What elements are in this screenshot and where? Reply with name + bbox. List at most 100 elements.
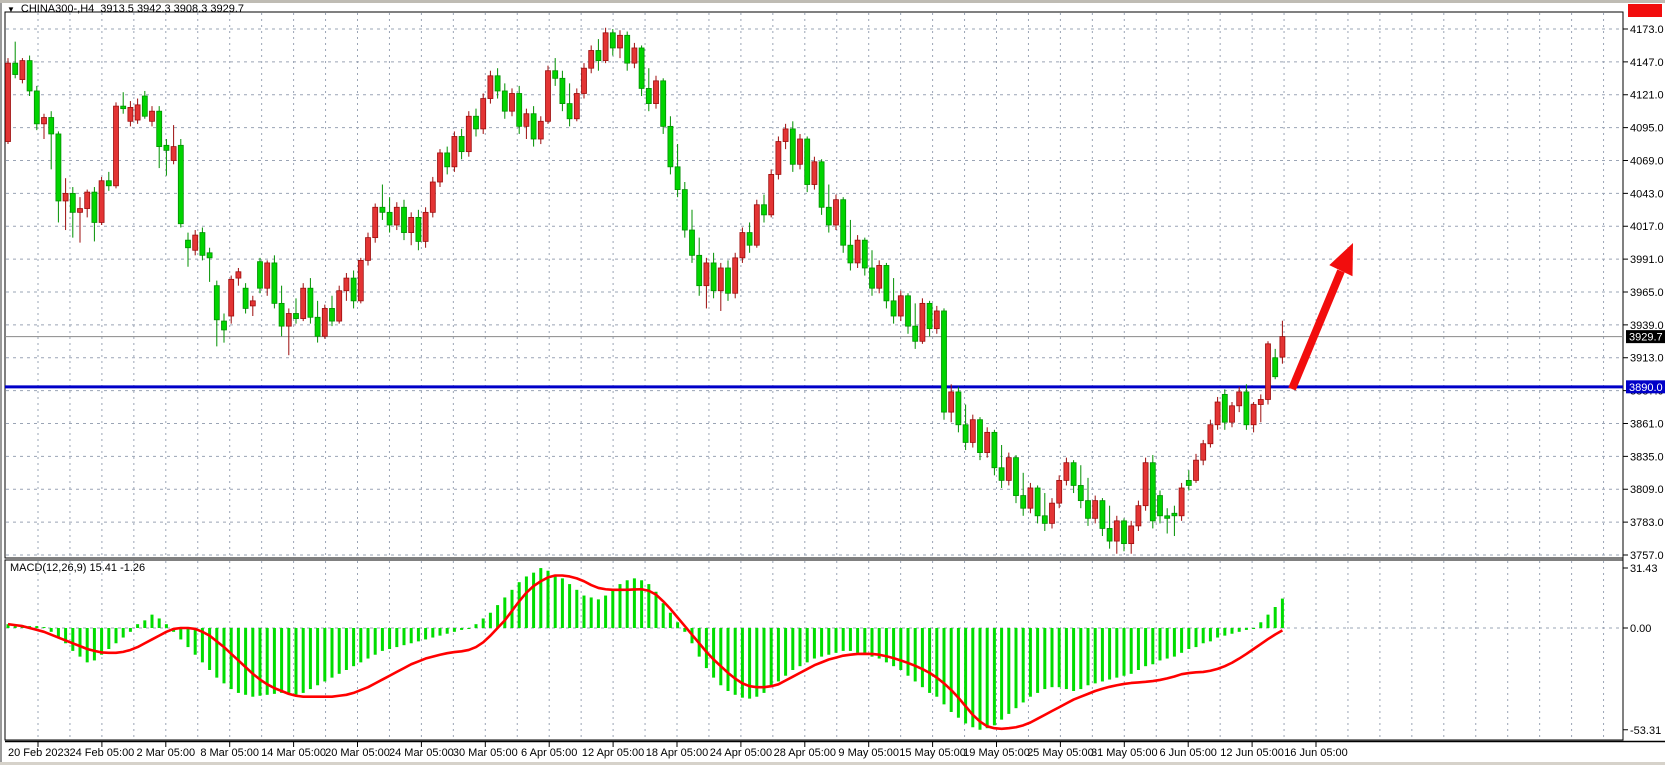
chevron-down-icon[interactable]: ▼ [7,4,15,15]
macd-histogram-bar [475,624,478,628]
macd-histogram-bar [827,628,830,655]
macd-histogram-bar [770,628,773,687]
macd-histogram-bar [86,628,89,662]
candle-body [409,217,414,232]
macd-histogram-bar [799,628,802,666]
price-axis-label: 4095.0 [1630,123,1664,135]
macd-histogram-bar [669,613,672,628]
macd-histogram-bar [1079,628,1082,689]
macd-histogram-bar [93,628,96,660]
candle-body [236,272,241,278]
window-left-edge [0,3,2,765]
macd-histogram-bar [50,628,53,632]
candle-body [884,265,889,300]
candle-body [121,106,126,109]
macd-histogram-bar [143,620,146,628]
macd-histogram-bar [928,628,931,693]
candle-body [49,118,54,134]
macd-histogram-bar [1187,628,1190,649]
trading-chart-window: 4173.04147.04121.04095.04069.04043.04017… [0,0,1665,765]
candle-body [1100,501,1105,529]
macd-histogram-bar [1123,628,1126,676]
macd-histogram-bar [115,628,118,643]
macd-histogram-bar [1202,628,1205,643]
candle-body [618,35,623,48]
candle-body [178,145,183,223]
time-axis-label: 24 Mar 05:00 [389,747,454,759]
macd-histogram-bar [907,628,910,676]
macd-histogram-bar [1216,628,1219,638]
macd-histogram-bar [431,628,434,638]
candle-body [790,129,795,164]
macd-histogram-bar [71,628,74,651]
macd-histogram-bar [1173,628,1176,657]
macd-histogram-bar [856,628,859,653]
candle-body [330,308,335,321]
candle-body [826,207,831,225]
candle-body [380,207,385,212]
candle-body [913,326,918,341]
macd-histogram-bar [503,597,506,628]
macd-histogram-bar [1252,628,1255,629]
candle-body [474,116,479,129]
macd-histogram-bar [1094,628,1097,683]
candle-body [1158,496,1163,516]
trend-arrow-shaft[interactable] [1292,271,1341,389]
chart-canvas[interactable]: 4173.04147.04121.04095.04069.04043.04017… [0,0,1665,765]
candle-body [1042,516,1047,524]
candle-body [6,63,11,141]
macd-histogram-bar [496,605,499,628]
macd-histogram-bar [568,584,571,628]
candle-body [402,207,407,232]
macd-histogram-bar [842,628,845,651]
macd-histogram-bar [1015,628,1018,708]
price-axis-label: 3809.0 [1630,484,1664,496]
macd-histogram-bar [784,628,787,676]
red-marker-box [1628,4,1662,17]
macd-histogram-bar [1281,599,1284,628]
macd-histogram-bar [1238,628,1241,632]
candle-body [517,93,522,126]
candle-body [337,291,342,321]
time-axis-label: 19 May 05:00 [963,747,1030,759]
time-axis-label: 15 May 05:00 [899,747,966,759]
candle-body [1258,399,1263,404]
candle-body [1078,485,1083,500]
macd-histogram-bar [590,597,593,628]
candle-body [704,263,709,286]
macd-histogram-bar [230,628,233,689]
time-axis-label: 6 Apr 05:00 [521,747,577,759]
macd-histogram-bar [1072,628,1075,691]
candle-body [589,50,594,68]
time-axis-label: 20 Feb 2023 [8,747,70,759]
time-axis-label: 24 Feb 05:00 [69,747,134,759]
macd-histogram-bar [583,596,586,628]
candle-body [1035,488,1040,516]
price-axis-label: 3913.0 [1630,353,1664,365]
candle-body [502,91,507,111]
macd-histogram-bar [763,628,766,693]
macd-histogram-bar [482,618,485,628]
candle-body [106,181,111,186]
candle-body [1165,516,1170,519]
macd-histogram-bar [223,628,226,683]
candle-body [654,81,659,104]
macd-histogram-bar [525,576,528,628]
candle-body [99,181,104,223]
candle-body [603,33,608,61]
candle-body [70,193,75,212]
macd-histogram-bar [446,628,449,634]
price-axis-label: 4173.0 [1630,24,1664,36]
candle-body [481,99,486,129]
chart-header: ▼ CHINA300-,H4 3913.5 3942.3 3908.3 3929… [7,3,244,15]
macd-histogram-bar [741,628,744,698]
candle-body [812,162,817,185]
macd-histogram-bar [165,624,168,628]
time-axis-label: 9 May 05:00 [838,747,899,759]
candle-body [762,205,767,215]
price-axis-label: 4121.0 [1630,90,1664,102]
time-axis-label: 14 Mar 05:00 [261,747,326,759]
macd-histogram-bar [338,628,341,674]
candle-body [668,126,673,166]
candle-body [387,212,392,225]
